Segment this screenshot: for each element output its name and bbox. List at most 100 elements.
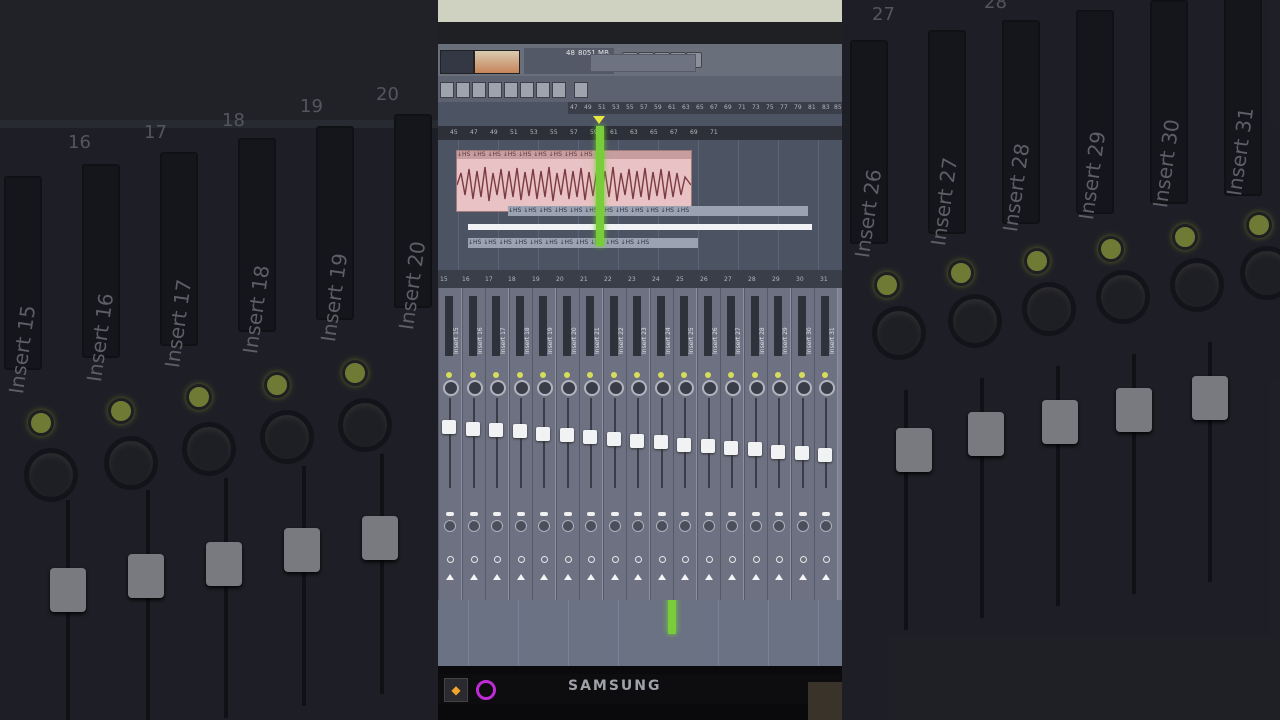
volume-fader[interactable] [512, 424, 527, 439]
send-knob[interactable] [444, 520, 456, 532]
phase-toggle[interactable] [635, 556, 642, 563]
pattern-clip[interactable]: ↓HS ↓HS ↓HS ↓HS ↓HS ↓HS ↓HS ↓HS ↓HS ↓HS … [508, 206, 808, 216]
mute-led[interactable] [469, 372, 476, 378]
volume-fader[interactable] [700, 438, 715, 453]
pan-knob[interactable] [466, 380, 483, 396]
channel-rack-icon[interactable] [488, 82, 502, 98]
phase-toggle[interactable] [729, 556, 736, 563]
pan-knob[interactable] [443, 380, 459, 396]
volume-fader[interactable] [583, 430, 597, 445]
mixer-strip[interactable]: Insert 26 [696, 288, 721, 608]
mute-led[interactable] [822, 372, 828, 378]
mixer-icon[interactable] [504, 82, 518, 98]
download-icon[interactable] [574, 82, 588, 98]
mute-led[interactable] [587, 372, 593, 378]
mute-led[interactable] [751, 372, 758, 378]
phase-toggle[interactable] [447, 556, 454, 563]
mute-led[interactable] [681, 372, 687, 378]
send-knob[interactable] [608, 520, 621, 532]
route-indicator[interactable] [728, 512, 736, 516]
route-arrow-icon[interactable] [540, 574, 548, 580]
piano-roll-icon[interactable] [456, 82, 470, 98]
volume-fader[interactable] [489, 423, 503, 438]
route-indicator[interactable] [610, 512, 619, 516]
mixer-strip[interactable]: Insert 30 [790, 288, 815, 608]
route-arrow-icon[interactable] [751, 574, 760, 580]
mixer-strip[interactable]: Insert 21 [579, 288, 603, 608]
send-knob[interactable] [467, 520, 480, 532]
mixer-strip[interactable]: Insert 20 [555, 288, 580, 608]
mute-led[interactable] [775, 372, 781, 378]
mute-led[interactable] [516, 372, 523, 378]
pan-knob[interactable] [654, 380, 671, 396]
pan-knob[interactable] [795, 380, 812, 396]
pan-knob[interactable] [537, 380, 553, 396]
pan-knob[interactable] [513, 380, 530, 396]
route-arrow-icon[interactable] [634, 574, 642, 580]
mute-led[interactable] [540, 372, 546, 378]
route-arrow-icon[interactable] [822, 574, 830, 580]
mixer-strip[interactable]: Insert 19 [532, 288, 556, 608]
route-indicator[interactable] [775, 512, 783, 516]
route-indicator[interactable] [798, 512, 807, 516]
playhead-marker-icon[interactable] [593, 116, 605, 124]
phase-toggle[interactable] [776, 556, 783, 563]
mute-led[interactable] [634, 372, 640, 378]
mute-led[interactable] [493, 372, 499, 378]
phase-toggle[interactable] [541, 556, 548, 563]
volume-fader[interactable] [465, 422, 480, 436]
send-knob[interactable] [585, 520, 597, 532]
pan-knob[interactable] [748, 380, 765, 396]
app-ring-icon[interactable] [476, 680, 496, 700]
pan-knob[interactable] [678, 380, 694, 396]
send-knob[interactable] [561, 520, 574, 532]
playlist-ruler[interactable]: 45 47 49 51 53 55 57 59 61 63 65 67 69 7… [438, 126, 842, 140]
route-arrow-icon[interactable] [469, 574, 478, 580]
mixer-strip[interactable]: Insert 29 [767, 288, 791, 608]
phase-toggle[interactable] [752, 556, 760, 563]
route-indicator[interactable] [822, 512, 830, 516]
mixer-strip[interactable]: Insert 18 [508, 288, 533, 608]
send-knob[interactable] [702, 520, 715, 532]
route-indicator[interactable] [469, 512, 478, 516]
route-arrow-icon[interactable] [446, 574, 454, 580]
volume-fader[interactable] [536, 426, 550, 441]
playlist-icon[interactable] [440, 82, 454, 98]
route-arrow-icon[interactable] [798, 574, 807, 580]
plugin-icon[interactable] [520, 82, 534, 98]
volume-fader[interactable] [630, 434, 644, 448]
route-arrow-icon[interactable] [657, 574, 666, 580]
mixer-strip[interactable]: Insert 15 [438, 288, 462, 608]
mixer-strip[interactable]: Insert 27 [720, 288, 744, 608]
route-arrow-icon[interactable] [516, 574, 525, 580]
send-knob[interactable] [773, 520, 785, 532]
send-knob[interactable] [820, 520, 832, 532]
route-arrow-icon[interactable] [563, 574, 572, 580]
send-knob[interactable] [796, 520, 809, 532]
volume-fader[interactable] [653, 435, 668, 450]
volume-fader[interactable] [677, 437, 691, 452]
route-arrow-icon[interactable] [728, 574, 736, 580]
route-indicator[interactable] [516, 512, 525, 516]
route-indicator[interactable] [657, 512, 666, 516]
playhead[interactable] [596, 126, 604, 246]
route-indicator[interactable] [681, 512, 689, 516]
route-indicator[interactable] [493, 512, 501, 516]
phase-toggle[interactable] [588, 556, 595, 563]
pan-knob[interactable] [772, 380, 788, 396]
route-indicator[interactable] [587, 512, 595, 516]
mute-led[interactable] [798, 372, 805, 378]
phase-toggle[interactable] [799, 556, 807, 563]
route-arrow-icon[interactable] [493, 574, 501, 580]
fl-studio-taskbar-icon[interactable]: ◆ [444, 678, 468, 702]
route-arrow-icon[interactable] [681, 574, 689, 580]
pan-knob[interactable] [725, 380, 741, 396]
send-knob[interactable] [632, 520, 644, 532]
send-knob[interactable] [491, 520, 503, 532]
route-arrow-icon[interactable] [775, 574, 783, 580]
route-indicator[interactable] [704, 512, 713, 516]
mixer-strip[interactable]: Insert 24 [649, 288, 674, 608]
volume-fader[interactable] [794, 446, 809, 460]
volume-fader[interactable] [771, 444, 785, 459]
volume-fader[interactable] [818, 448, 832, 463]
